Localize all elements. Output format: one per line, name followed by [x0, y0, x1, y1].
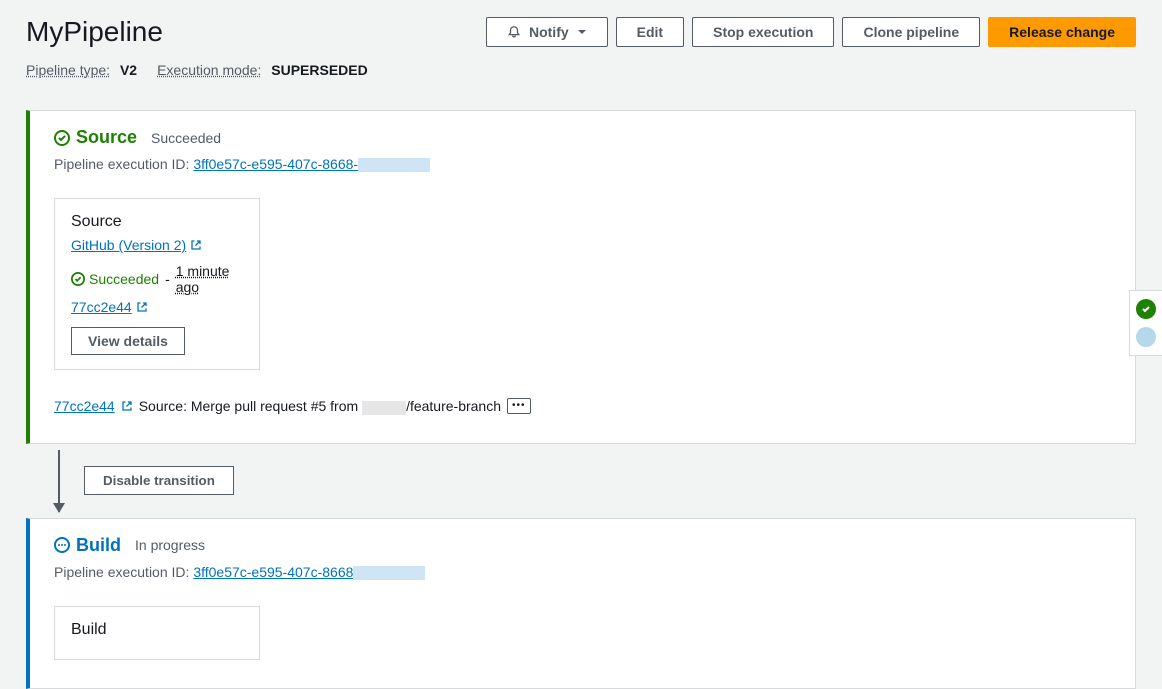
- source-exec-id-link[interactable]: 3ff0e57c-e595-407c-8668-: [193, 156, 430, 172]
- source-exec-id: Pipeline execution ID: 3ff0e57c-e595-407…: [54, 156, 1111, 172]
- pipeline-meta: Pipeline type: V2 Execution mode: SUPERS…: [26, 62, 1136, 78]
- dock-success-icon[interactable]: [1136, 299, 1156, 319]
- source-action-card: Source GitHub (Version 2) Succeeded - 1 …: [54, 198, 260, 370]
- action-title: Build: [71, 621, 243, 639]
- action-title: Source: [71, 213, 243, 231]
- clone-pipeline-button[interactable]: Clone pipeline: [842, 17, 980, 47]
- action-status: Succeeded - 1 minute ago: [71, 263, 243, 295]
- masked-text: [362, 401, 406, 415]
- masked-text: [353, 566, 425, 580]
- action-buttons: Notify Edit Stop execution Clone pipelin…: [486, 17, 1136, 47]
- stage-build-title: Build: [54, 535, 121, 556]
- stage-build: Build In progress Pipeline execution ID:…: [26, 518, 1136, 689]
- more-button[interactable]: •••: [507, 398, 531, 414]
- stage-build-status: In progress: [135, 537, 205, 553]
- pipeline-type-label: Pipeline type:: [26, 62, 110, 78]
- bell-icon: [507, 25, 521, 39]
- commit-link[interactable]: 77cc2e44: [71, 299, 148, 315]
- stage-source-title: Source: [54, 127, 137, 148]
- arrow-down-icon: [58, 450, 60, 512]
- success-circle-icon: [54, 130, 70, 146]
- build-action-card: Build: [54, 606, 260, 660]
- exec-mode-value: SUPERSEDED: [271, 62, 367, 78]
- in-progress-icon: [54, 537, 70, 553]
- caret-down-icon: [577, 27, 587, 37]
- github-provider-link[interactable]: GitHub (Version 2): [71, 237, 202, 253]
- transition-row: Disable transition: [52, 450, 1136, 512]
- external-link-icon: [121, 400, 133, 412]
- disable-transition-button[interactable]: Disable transition: [84, 466, 234, 495]
- release-change-button[interactable]: Release change: [988, 17, 1136, 47]
- stage-source-status: Succeeded: [151, 130, 221, 146]
- exec-mode-label: Execution mode:: [157, 62, 261, 78]
- commit-message: Source: Merge pull request #5 from /feat…: [139, 398, 501, 414]
- external-link-icon: [190, 239, 202, 251]
- notify-button[interactable]: Notify: [486, 17, 608, 47]
- page-title: MyPipeline: [26, 16, 163, 48]
- view-details-button[interactable]: View details: [71, 327, 185, 355]
- status-dock: [1129, 290, 1162, 356]
- build-exec-id: Pipeline execution ID: 3ff0e57c-e595-407…: [54, 564, 1111, 580]
- masked-text: [358, 158, 430, 172]
- action-time: 1 minute ago: [176, 263, 243, 295]
- external-link-icon: [136, 301, 148, 313]
- pipeline-type-value: V2: [120, 62, 137, 78]
- edit-button[interactable]: Edit: [616, 17, 684, 47]
- source-footer: 77cc2e44 Source: Merge pull request #5 f…: [54, 398, 1111, 414]
- dock-progress-icon[interactable]: [1136, 327, 1156, 347]
- build-exec-id-link[interactable]: 3ff0e57c-e595-407c-8668: [193, 564, 425, 580]
- stop-execution-button[interactable]: Stop execution: [692, 17, 834, 47]
- stage-source: Source Succeeded Pipeline execution ID: …: [26, 110, 1136, 444]
- success-circle-icon: [71, 272, 85, 286]
- footer-commit-link[interactable]: 77cc2e44: [54, 398, 115, 414]
